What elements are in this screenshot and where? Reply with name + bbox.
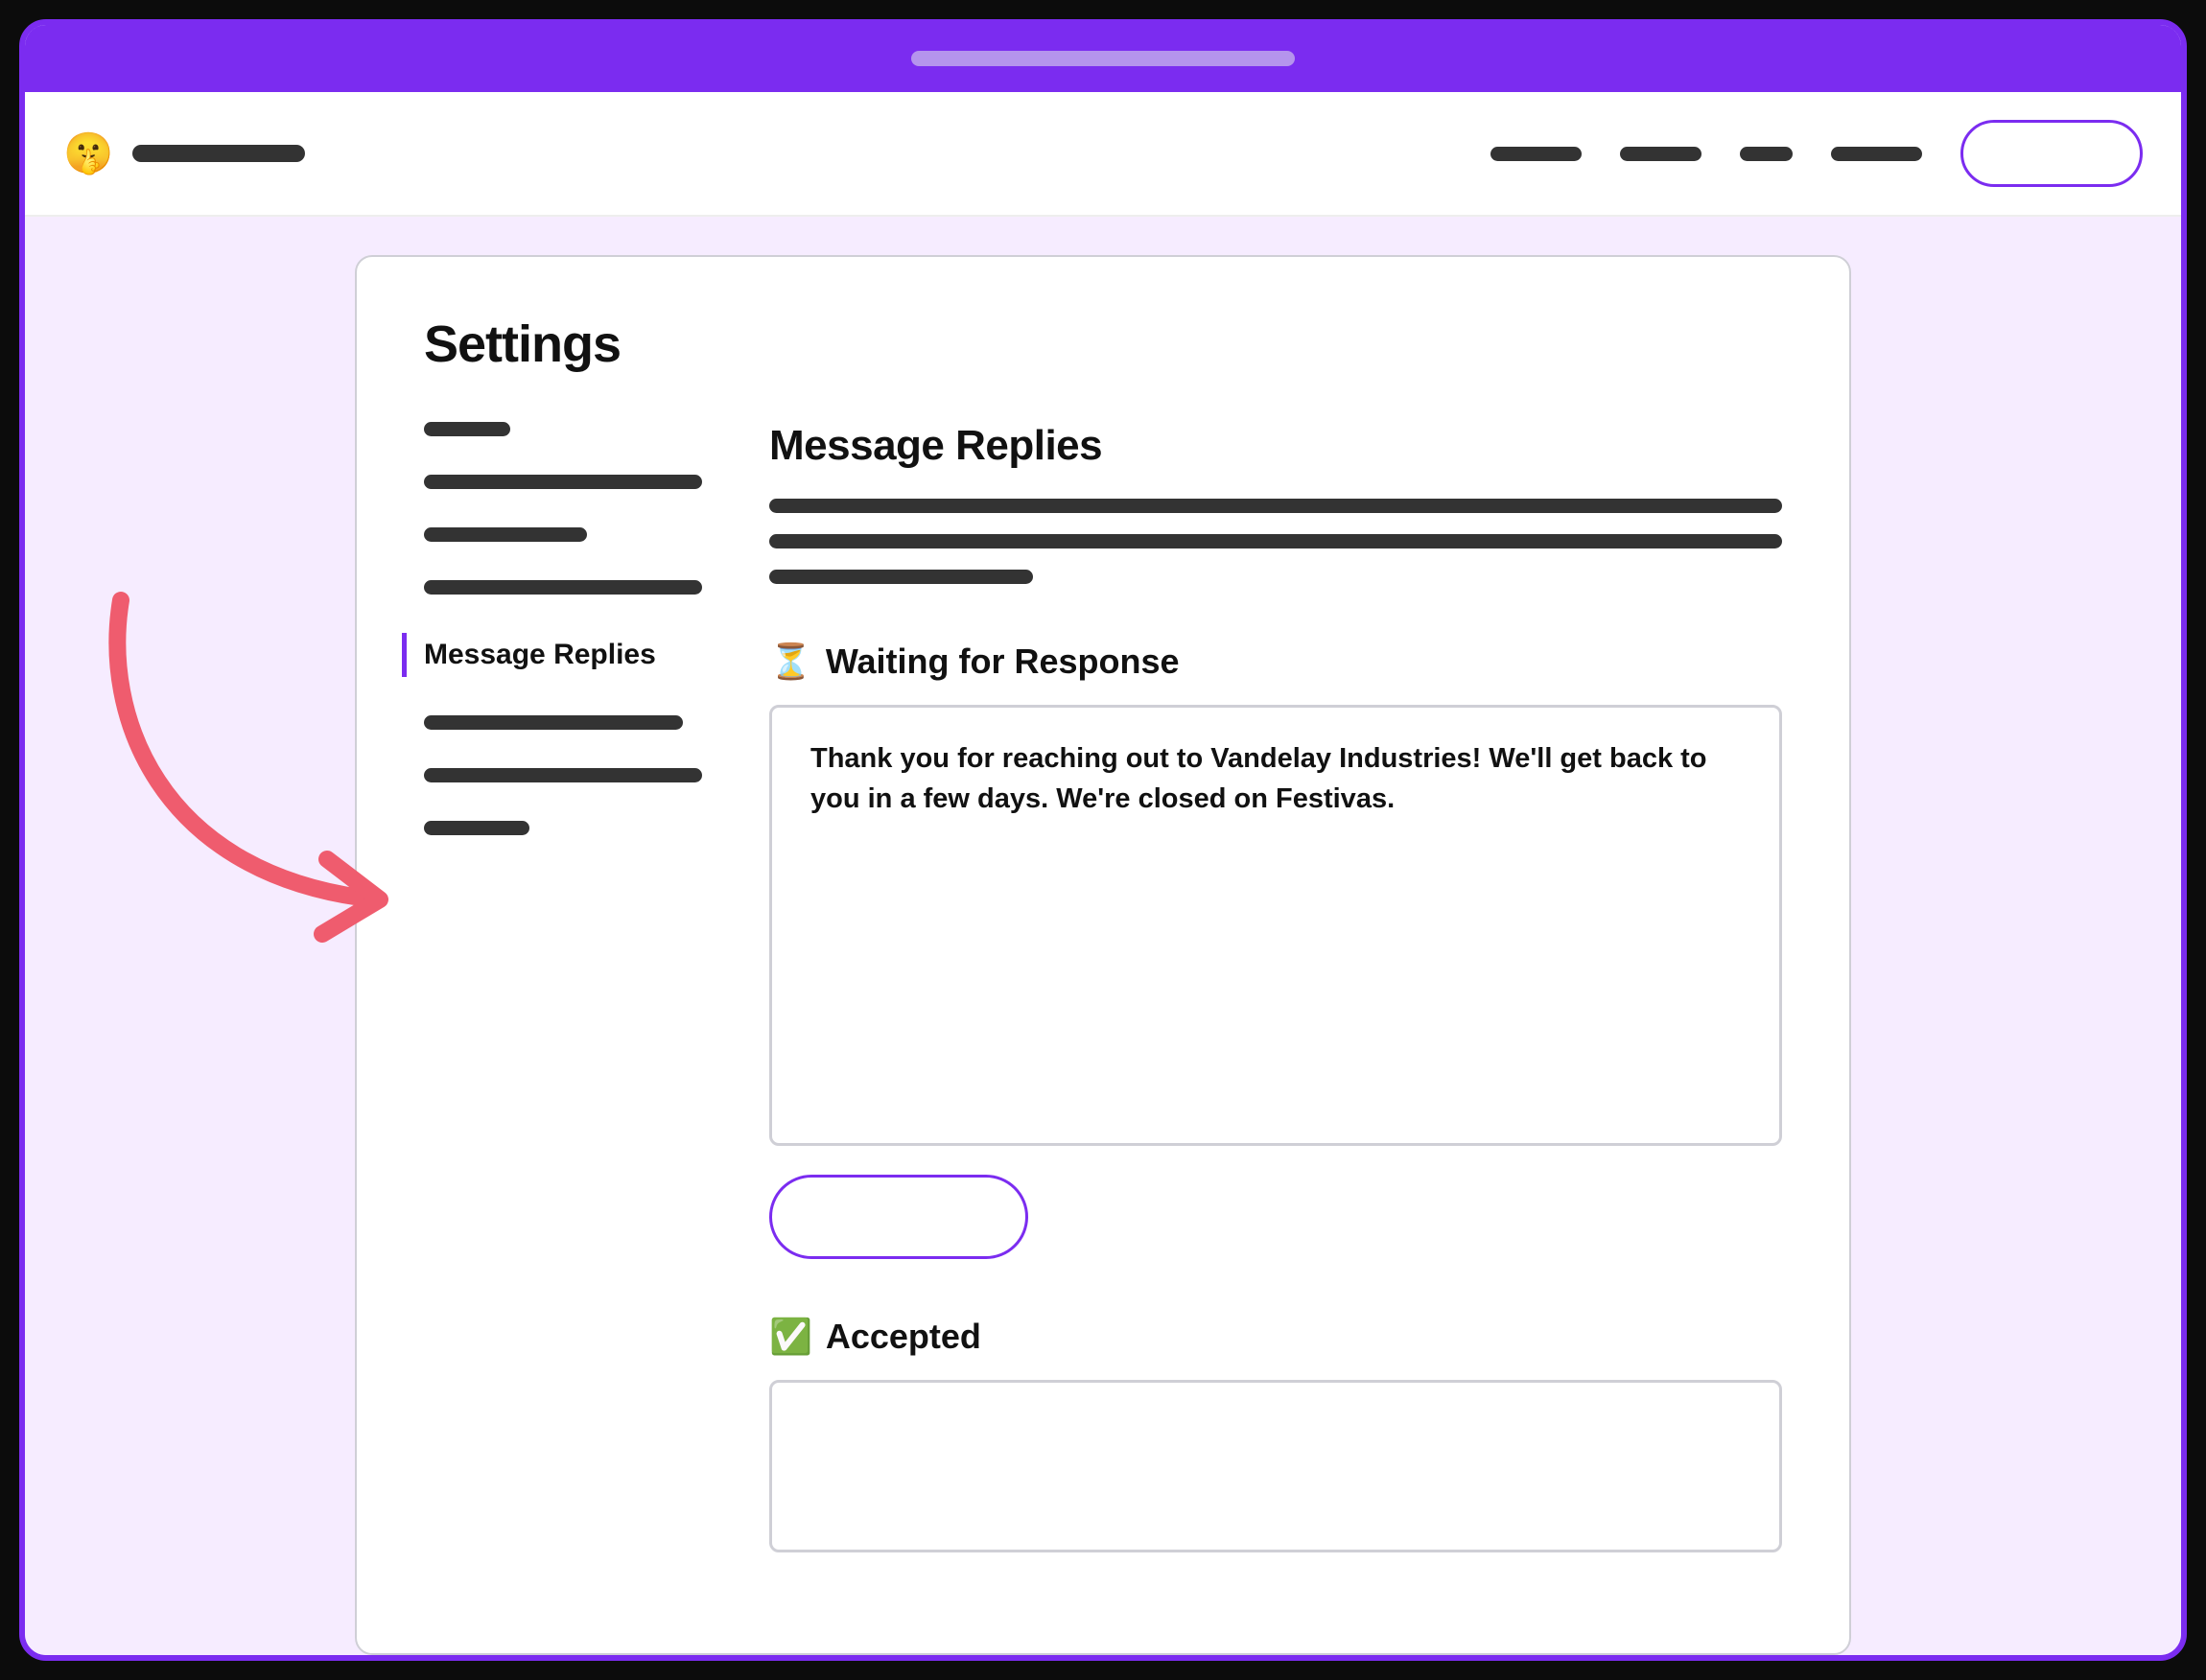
annotation-arrow-icon bbox=[82, 581, 399, 945]
sidebar-item-6[interactable] bbox=[424, 715, 683, 730]
settings-columns: Message Replies Message Replies ⏳ Waitin bbox=[424, 422, 1782, 1552]
nav-link-1[interactable] bbox=[1490, 147, 1582, 161]
subsection-waiting-heading: ⏳ Waiting for Response bbox=[769, 642, 1782, 682]
brand-emoji-icon: 🤫 bbox=[63, 130, 113, 177]
window-titlebar bbox=[25, 25, 2181, 92]
desc-line-2 bbox=[769, 534, 1782, 548]
top-nav: 🤫 bbox=[25, 92, 2181, 217]
desc-line-3 bbox=[769, 570, 1033, 584]
subsection-accepted-label: Accepted bbox=[826, 1317, 981, 1357]
brand[interactable]: 🤫 bbox=[63, 130, 305, 177]
subsection-waiting-label: Waiting for Response bbox=[826, 642, 1180, 682]
sidebar-item-3[interactable] bbox=[424, 527, 587, 542]
desc-line-1 bbox=[769, 499, 1782, 513]
accepted-textarea[interactable] bbox=[769, 1380, 1782, 1552]
settings-main: Message Replies ⏳ Waiting for Response ✅ bbox=[769, 422, 1782, 1552]
settings-sidebar: Message Replies bbox=[424, 422, 712, 1552]
section-description-placeholder bbox=[769, 499, 1782, 584]
nav-link-2[interactable] bbox=[1620, 147, 1701, 161]
window-handle[interactable] bbox=[911, 51, 1295, 66]
checkmark-icon: ✅ bbox=[769, 1317, 812, 1357]
app-window: 🤫 Settings Message Replies bbox=[19, 19, 2187, 1661]
section-title: Message Replies bbox=[769, 422, 1782, 470]
sidebar-item-message-replies[interactable]: Message Replies bbox=[402, 633, 712, 677]
nav-link-3[interactable] bbox=[1740, 147, 1793, 161]
sidebar-item-1[interactable] bbox=[424, 422, 510, 436]
sidebar-item-4[interactable] bbox=[424, 580, 702, 595]
page-body: Settings Message Replies Message Replies bbox=[25, 217, 2181, 1655]
brand-name-placeholder bbox=[132, 145, 305, 162]
waiting-response-textarea[interactable] bbox=[769, 705, 1782, 1146]
sidebar-item-8[interactable] bbox=[424, 821, 529, 835]
sidebar-item-2[interactable] bbox=[424, 475, 702, 489]
nav-cta-button[interactable] bbox=[1960, 120, 2143, 187]
nav-link-4[interactable] bbox=[1831, 147, 1922, 161]
save-waiting-button[interactable] bbox=[769, 1175, 1028, 1259]
sidebar-item-7[interactable] bbox=[424, 768, 702, 782]
hourglass-icon: ⏳ bbox=[769, 642, 812, 682]
settings-card: Settings Message Replies Message Replies bbox=[355, 255, 1851, 1655]
subsection-accepted-heading: ✅ Accepted bbox=[769, 1317, 1782, 1357]
page-title: Settings bbox=[424, 315, 1782, 374]
nav-links bbox=[1490, 120, 2143, 187]
